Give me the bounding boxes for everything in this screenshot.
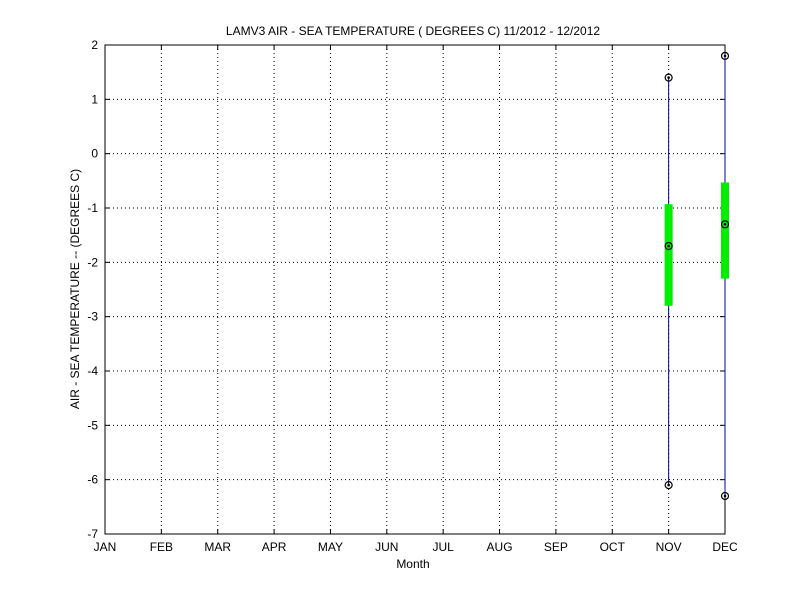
y-tick-label: -4 xyxy=(87,364,98,378)
y-axis-label: AIR - SEA TEMPERATURE -- (DEGREES C) xyxy=(68,169,82,409)
y-tick-label: -7 xyxy=(87,527,98,541)
x-tick-label: FEB xyxy=(150,540,173,554)
chart: 2 1 0 -1 -2 -3 -4 -5 -6 -7 JAN FEB MAR APR MAY JUN JUL A… xyxy=(0,0,800,600)
x-axis-label: Month xyxy=(396,557,429,571)
box-dec xyxy=(720,51,730,501)
x-tick-label: DEC xyxy=(712,540,738,554)
y-tick-label: -3 xyxy=(87,310,98,324)
x-tick-label: JUL xyxy=(433,540,455,554)
y-tick-label: -6 xyxy=(87,473,98,487)
median-marker-dot xyxy=(667,244,670,248)
chart-title: LAMV3 AIR - SEA TEMPERATURE ( DEGREES C)… xyxy=(226,24,600,38)
y-tick-label: 0 xyxy=(91,147,98,161)
x-tick-label: MAR xyxy=(204,540,231,554)
x-tick-label: AUG xyxy=(487,540,513,554)
plot-frame xyxy=(104,44,726,535)
y-tick-label: 2 xyxy=(91,38,98,52)
box-series xyxy=(664,51,730,501)
y-tick-label: -5 xyxy=(87,418,98,432)
iqr-box xyxy=(721,182,729,279)
y-tick-label: -1 xyxy=(87,201,98,215)
y-tick-label: 1 xyxy=(91,92,98,106)
box-nov xyxy=(664,73,673,490)
grid xyxy=(105,45,725,534)
x-tick-label: NOV xyxy=(656,540,682,554)
x-tick-label: APR xyxy=(262,540,287,554)
x-tick-label: JUN xyxy=(375,540,398,554)
x-tick-label: OCT xyxy=(600,540,626,554)
min-marker-dot xyxy=(667,483,670,487)
y-tick-label: -2 xyxy=(87,255,98,269)
max-marker-dot xyxy=(723,54,727,58)
x-tick-label: SEP xyxy=(544,540,568,554)
chart-svg: 2 1 0 -1 -2 -3 -4 -5 -6 -7 JAN FEB MAR APR MAY JUN JUL A… xyxy=(68,24,738,571)
median-marker-dot xyxy=(723,223,727,226)
x-axis: JAN FEB MAR APR MAY JUN JUL AUG SEP OCT NOV DEC xyxy=(94,45,738,554)
x-tick-label: MAY xyxy=(318,540,343,554)
y-axis: 2 1 0 -1 -2 -3 -4 -5 -6 -7 xyxy=(87,38,725,541)
min-marker-dot xyxy=(723,494,727,498)
x-tick-label: JAN xyxy=(94,540,117,554)
max-marker-dot xyxy=(667,76,670,79)
iqr-box xyxy=(664,204,673,306)
